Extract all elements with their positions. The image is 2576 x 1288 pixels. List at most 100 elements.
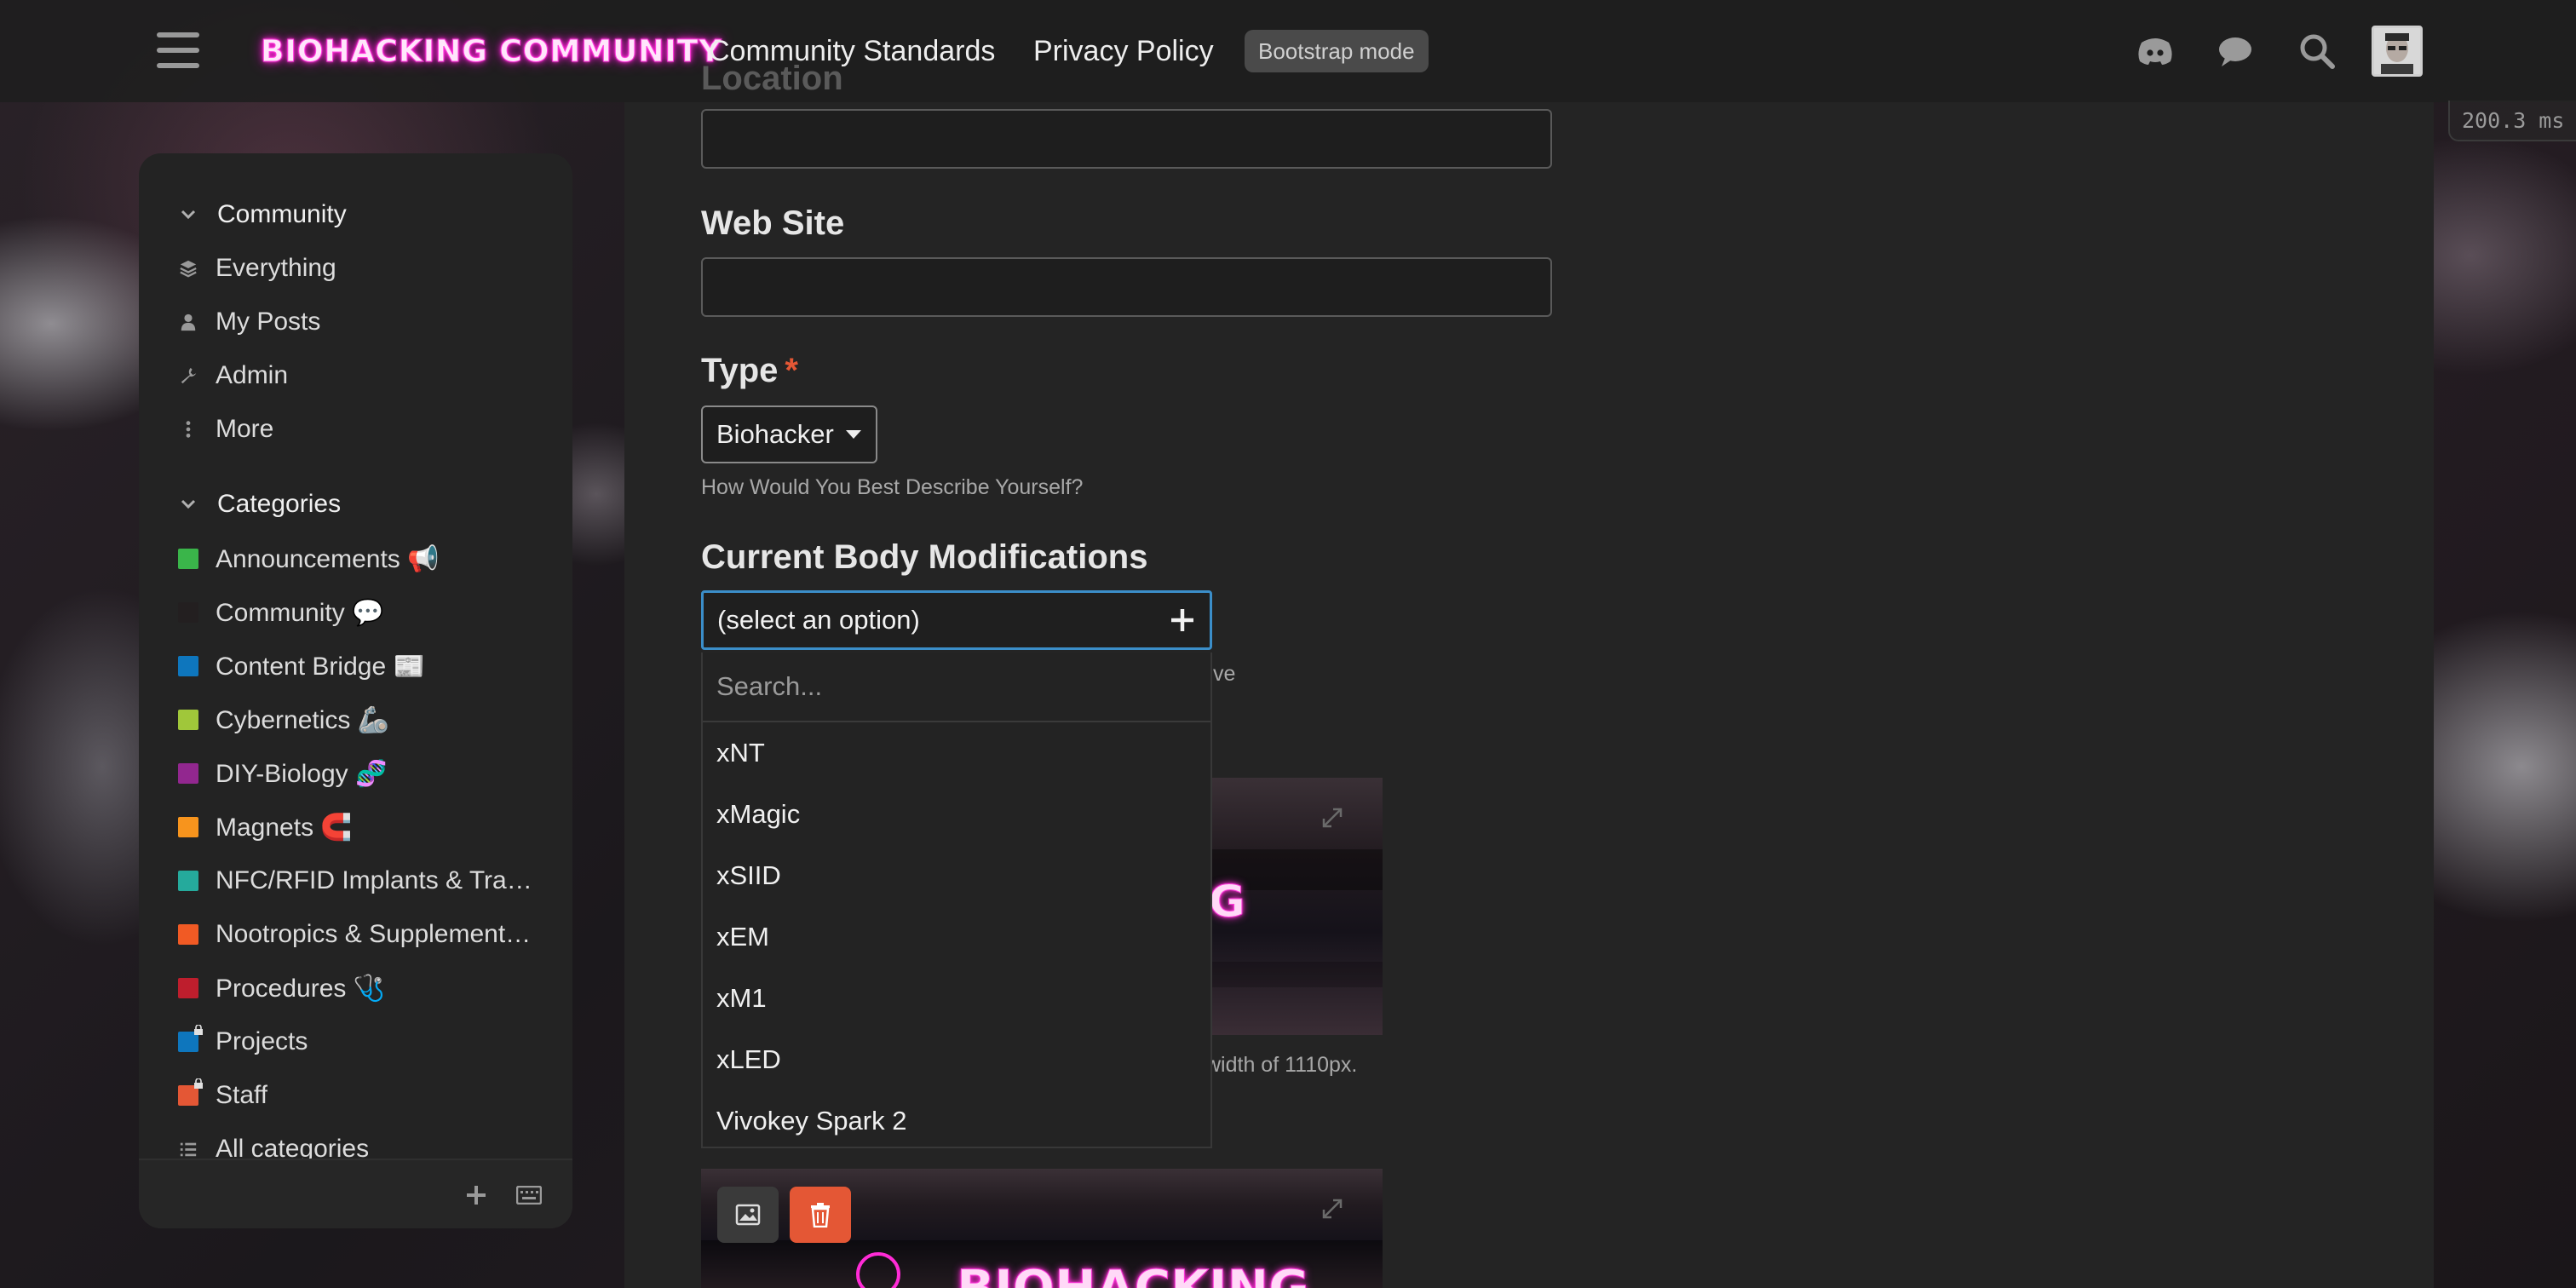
required-asterisk: * bbox=[785, 352, 798, 389]
sidebar-category-nfc-rfid[interactable]: NFC/RFID Implants & Tra… bbox=[178, 859, 553, 903]
logo-fragment: BIOHACKING bbox=[957, 1259, 1310, 1288]
category-color-swatch bbox=[178, 549, 198, 569]
wrench-icon bbox=[181, 367, 197, 384]
dropdown-option[interactable]: xNT bbox=[716, 738, 765, 768]
delete-image-button[interactable] bbox=[790, 1187, 851, 1243]
category-color-swatch bbox=[178, 817, 198, 837]
user-icon bbox=[181, 313, 196, 331]
dropdown-option[interactable]: xEM bbox=[716, 922, 769, 952]
sidebar-item-label: More bbox=[216, 415, 274, 443]
type-select-value: Biohacker bbox=[716, 419, 834, 449]
lock-icon bbox=[194, 1025, 203, 1035]
sidebar-all-categories[interactable]: All categories bbox=[178, 1127, 553, 1159]
keyboard-icon[interactable] bbox=[516, 1186, 542, 1205]
trash-icon bbox=[811, 1203, 830, 1228]
expand-icon[interactable] bbox=[1321, 1198, 1343, 1220]
chat-icon[interactable] bbox=[2215, 31, 2256, 72]
sidebar-item-label: Magnets 🧲 bbox=[216, 813, 353, 842]
sidebar-section-label: Community bbox=[217, 200, 347, 228]
chevron-down-icon bbox=[181, 210, 196, 220]
type-select[interactable]: Biohacker bbox=[701, 405, 877, 463]
caret-down-icon bbox=[845, 430, 861, 439]
sidebar-item-label: DIY-Biology 🧬 bbox=[216, 759, 388, 788]
bootstrap-mode-badge[interactable]: Bootstrap mode bbox=[1245, 30, 1429, 72]
sidebar-category-staff[interactable]: Staff bbox=[178, 1073, 553, 1118]
sidebar-item-my-posts[interactable]: My Posts bbox=[178, 300, 553, 344]
sidebar-category-content-bridge[interactable]: Content Bridge 📰 bbox=[178, 644, 553, 688]
sidebar: Community Everything My Posts Admin More… bbox=[139, 153, 572, 1228]
sidebar-item-label: My Posts bbox=[216, 308, 321, 336]
category-color-swatch bbox=[178, 978, 198, 998]
image-icon bbox=[735, 1204, 761, 1226]
dropdown-option[interactable]: xMagic bbox=[716, 799, 800, 830]
list-icon bbox=[180, 1142, 197, 1157]
type-label-text: Type bbox=[701, 352, 779, 389]
site-logo[interactable]: BIOHACKING COMMUNITY bbox=[260, 29, 722, 75]
sidebar-item-label: Projects bbox=[216, 1027, 308, 1055]
sidebar-item-label: Community 💬 bbox=[216, 598, 384, 627]
dropdown-option[interactable]: Vivokey Spark 2 bbox=[716, 1106, 906, 1136]
expand-icon[interactable] bbox=[1321, 807, 1343, 829]
sidebar-item-label: Staff bbox=[216, 1081, 268, 1109]
type-help-text: How Would You Best Describe Yourself? bbox=[701, 475, 1084, 499]
user-avatar[interactable] bbox=[2372, 26, 2423, 77]
ellipsis-vertical-icon bbox=[186, 421, 191, 438]
image-help-fragment: width of 1110px. bbox=[1205, 1053, 1358, 1077]
location-label: Location bbox=[701, 60, 843, 97]
sidebar-category-magnets[interactable]: Magnets 🧲 bbox=[178, 805, 553, 849]
category-color-swatch bbox=[178, 602, 198, 623]
sidebar-item-admin[interactable]: Admin bbox=[178, 354, 553, 398]
sidebar-category-cybernetics[interactable]: Cybernetics 🦾 bbox=[178, 698, 553, 742]
sidebar-item-label: All categories bbox=[216, 1135, 370, 1159]
sidebar-item-label: Announcements 📢 bbox=[216, 544, 440, 573]
timing-badge[interactable]: 200.3 ms bbox=[2448, 101, 2576, 141]
category-color-swatch bbox=[178, 763, 198, 784]
sidebar-footer bbox=[139, 1159, 572, 1228]
sidebar-category-announcements[interactable]: Announcements 📢 bbox=[178, 537, 553, 581]
body-mods-dropdown: xNT xMagic xSIID xEM xM1 xLED Vivokey Sp… bbox=[701, 653, 1212, 1148]
sidebar-category-diy-biology[interactable]: DIY-Biology 🧬 bbox=[178, 751, 553, 796]
website-input[interactable] bbox=[701, 257, 1552, 317]
category-color-swatch bbox=[178, 1025, 203, 1052]
dropdown-search-input[interactable] bbox=[716, 671, 1193, 702]
category-color-swatch bbox=[178, 656, 198, 676]
plus-icon[interactable] bbox=[463, 1182, 489, 1208]
category-color-swatch bbox=[178, 924, 198, 945]
sidebar-category-projects[interactable]: Projects bbox=[178, 1020, 553, 1064]
sidebar-item-label: Procedures 🩺 bbox=[216, 974, 386, 1003]
sidebar-item-label: Admin bbox=[216, 361, 289, 389]
body-mods-multiselect[interactable]: (select an option) bbox=[701, 590, 1212, 650]
dropdown-option[interactable]: xM1 bbox=[716, 983, 767, 1014]
sidebar-item-label: NFC/RFID Implants & Tra… bbox=[216, 866, 532, 894]
hamburger-menu-icon[interactable] bbox=[157, 29, 199, 72]
sidebar-item-everything[interactable]: Everything bbox=[178, 246, 553, 290]
sidebar-item-more[interactable]: More bbox=[178, 407, 553, 451]
plus-icon[interactable] bbox=[1167, 605, 1198, 635]
type-label: Type * bbox=[701, 352, 798, 390]
sidebar-category-nootropics[interactable]: Nootropics & Supplement… bbox=[178, 912, 553, 957]
dropdown-option[interactable]: xLED bbox=[716, 1044, 781, 1075]
website-label: Web Site bbox=[701, 204, 845, 242]
sidebar-category-community[interactable]: Community 💬 bbox=[178, 590, 553, 635]
nav-privacy-policy[interactable]: Privacy Policy bbox=[1033, 31, 1214, 72]
sidebar-scroll-area[interactable]: Community Everything My Posts Admin More… bbox=[139, 153, 572, 1159]
sidebar-section-community[interactable]: Community bbox=[178, 194, 347, 235]
search-icon[interactable] bbox=[2297, 31, 2337, 72]
body-mods-label: Current Body Modifications bbox=[701, 538, 1148, 576]
logo-fragment: G bbox=[1209, 877, 1246, 929]
location-input[interactable] bbox=[701, 109, 1552, 169]
chevron-down-icon bbox=[181, 499, 196, 509]
upload-image-button[interactable] bbox=[717, 1187, 779, 1243]
sidebar-section-categories[interactable]: Categories bbox=[178, 484, 341, 525]
sidebar-category-procedures[interactable]: Procedures 🩺 bbox=[178, 966, 553, 1010]
dropdown-search bbox=[703, 653, 1210, 722]
sidebar-section-label: Categories bbox=[217, 490, 342, 518]
lock-icon bbox=[194, 1078, 203, 1089]
discord-icon[interactable] bbox=[2135, 31, 2176, 72]
category-color-swatch bbox=[178, 871, 198, 891]
sidebar-item-label: Content Bridge 📰 bbox=[216, 652, 425, 681]
site-header: BIOHACKING COMMUNITY Community Standards… bbox=[0, 0, 2576, 102]
sidebar-item-label: Nootropics & Supplement… bbox=[216, 920, 532, 948]
body-mods-help-fragment: ve bbox=[1213, 662, 1236, 686]
dropdown-option[interactable]: xSIID bbox=[716, 860, 781, 891]
